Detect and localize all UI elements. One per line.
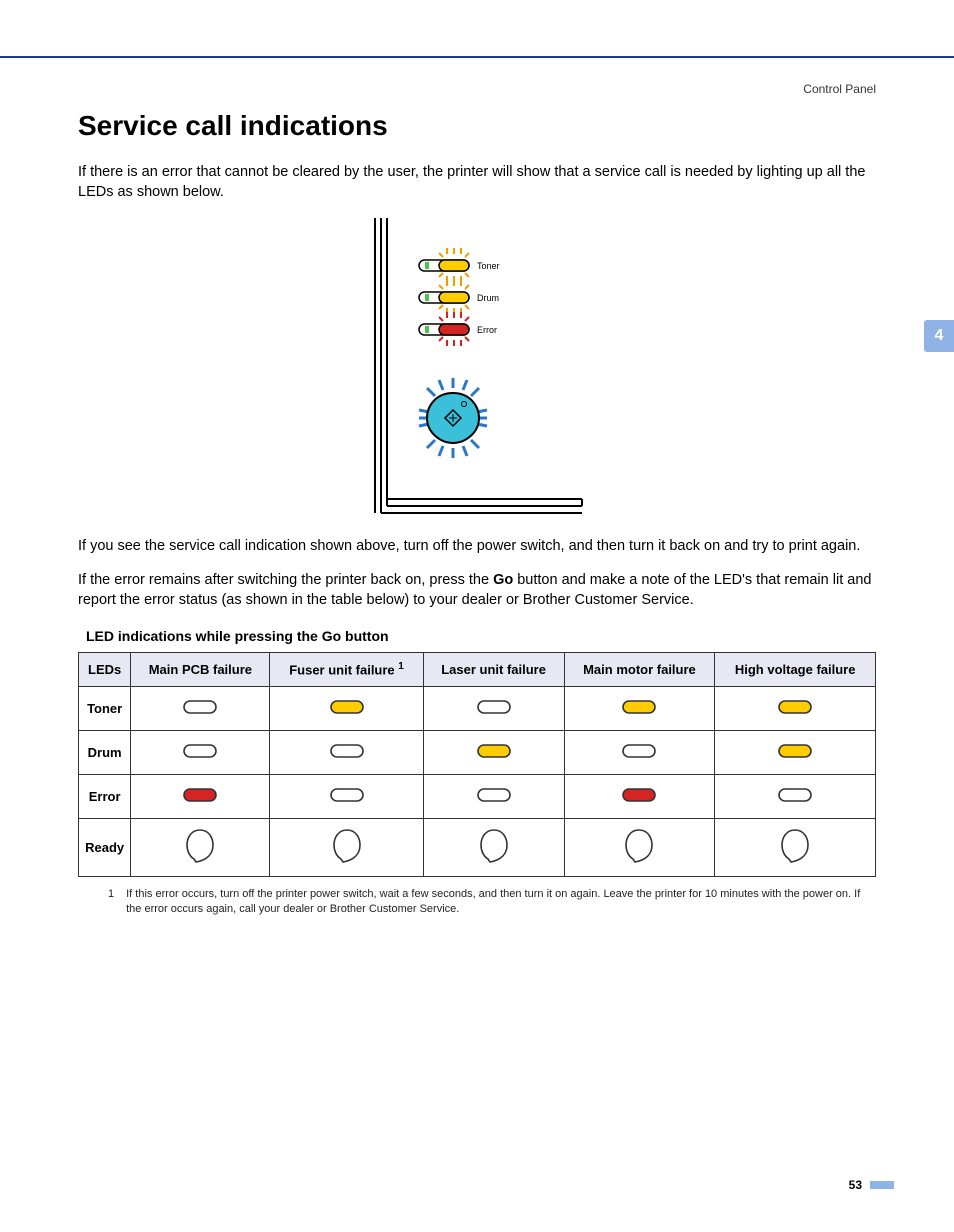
led-status-off-icon bbox=[131, 686, 270, 730]
led-status-yellow-icon bbox=[423, 730, 564, 774]
page-title: Service call indications bbox=[78, 110, 876, 142]
led-status-off-icon bbox=[715, 774, 876, 818]
col-header: LEDs bbox=[79, 653, 131, 686]
chapter-side-tab: 4 bbox=[924, 320, 954, 352]
error-led-label: Error bbox=[477, 325, 497, 335]
row-label: Drum bbox=[79, 730, 131, 774]
footer-bar-icon bbox=[870, 1181, 894, 1189]
led-status-yellow-icon bbox=[270, 686, 423, 730]
top-band bbox=[0, 0, 954, 58]
led-status-off-icon bbox=[423, 774, 564, 818]
col-header: Main PCB failure bbox=[131, 653, 270, 686]
led-status-ready-off-icon bbox=[131, 818, 270, 876]
led-status-off-icon bbox=[564, 730, 715, 774]
drum-led-label: Drum bbox=[477, 293, 499, 303]
table-row: Toner bbox=[79, 686, 876, 730]
intro-paragraph-1: If there is an error that cannot be clea… bbox=[78, 162, 876, 203]
led-indication-table: LEDs Main PCB failure Fuser unit failure… bbox=[78, 652, 876, 876]
table-caption: LED indications while pressing the Go bu… bbox=[86, 628, 876, 644]
col-header: Main motor failure bbox=[564, 653, 715, 686]
led-status-yellow-icon bbox=[715, 730, 876, 774]
paragraph-after-diagram-1: If you see the service call indication s… bbox=[78, 536, 876, 556]
led-status-off-icon bbox=[423, 686, 564, 730]
table-row: Ready bbox=[79, 818, 876, 876]
led-status-ready-off-icon bbox=[423, 818, 564, 876]
table-row: Drum bbox=[79, 730, 876, 774]
led-status-off-icon bbox=[131, 730, 270, 774]
toner-led-label: Toner bbox=[477, 261, 500, 271]
col-header: Laser unit failure bbox=[423, 653, 564, 686]
led-status-off-icon bbox=[270, 730, 423, 774]
row-label: Error bbox=[79, 774, 131, 818]
led-status-yellow-icon bbox=[715, 686, 876, 730]
header-section-label: Control Panel bbox=[803, 82, 876, 96]
col-header: High voltage failure bbox=[715, 653, 876, 686]
led-status-yellow-icon bbox=[564, 686, 715, 730]
led-panel-diagram: Toner Drum Error bbox=[357, 218, 597, 518]
table-row: Error bbox=[79, 774, 876, 818]
col-header: Fuser unit failure 1 bbox=[270, 653, 423, 686]
page-number: 53 bbox=[849, 1178, 862, 1192]
page-content: Service call indications If there is an … bbox=[0, 58, 954, 917]
led-status-ready-off-icon bbox=[564, 818, 715, 876]
go-button-icon bbox=[419, 378, 487, 458]
led-status-ready-off-icon bbox=[270, 818, 423, 876]
footnote: 1 If this error occurs, turn off the pri… bbox=[78, 887, 876, 917]
row-label: Toner bbox=[79, 686, 131, 730]
led-status-red-icon bbox=[564, 774, 715, 818]
led-status-red-icon bbox=[131, 774, 270, 818]
row-label: Ready bbox=[79, 818, 131, 876]
paragraph-after-diagram-2: If the error remains after switching the… bbox=[78, 570, 876, 611]
page-footer: 53 bbox=[849, 1178, 894, 1192]
led-status-off-icon bbox=[270, 774, 423, 818]
led-status-ready-off-icon bbox=[715, 818, 876, 876]
